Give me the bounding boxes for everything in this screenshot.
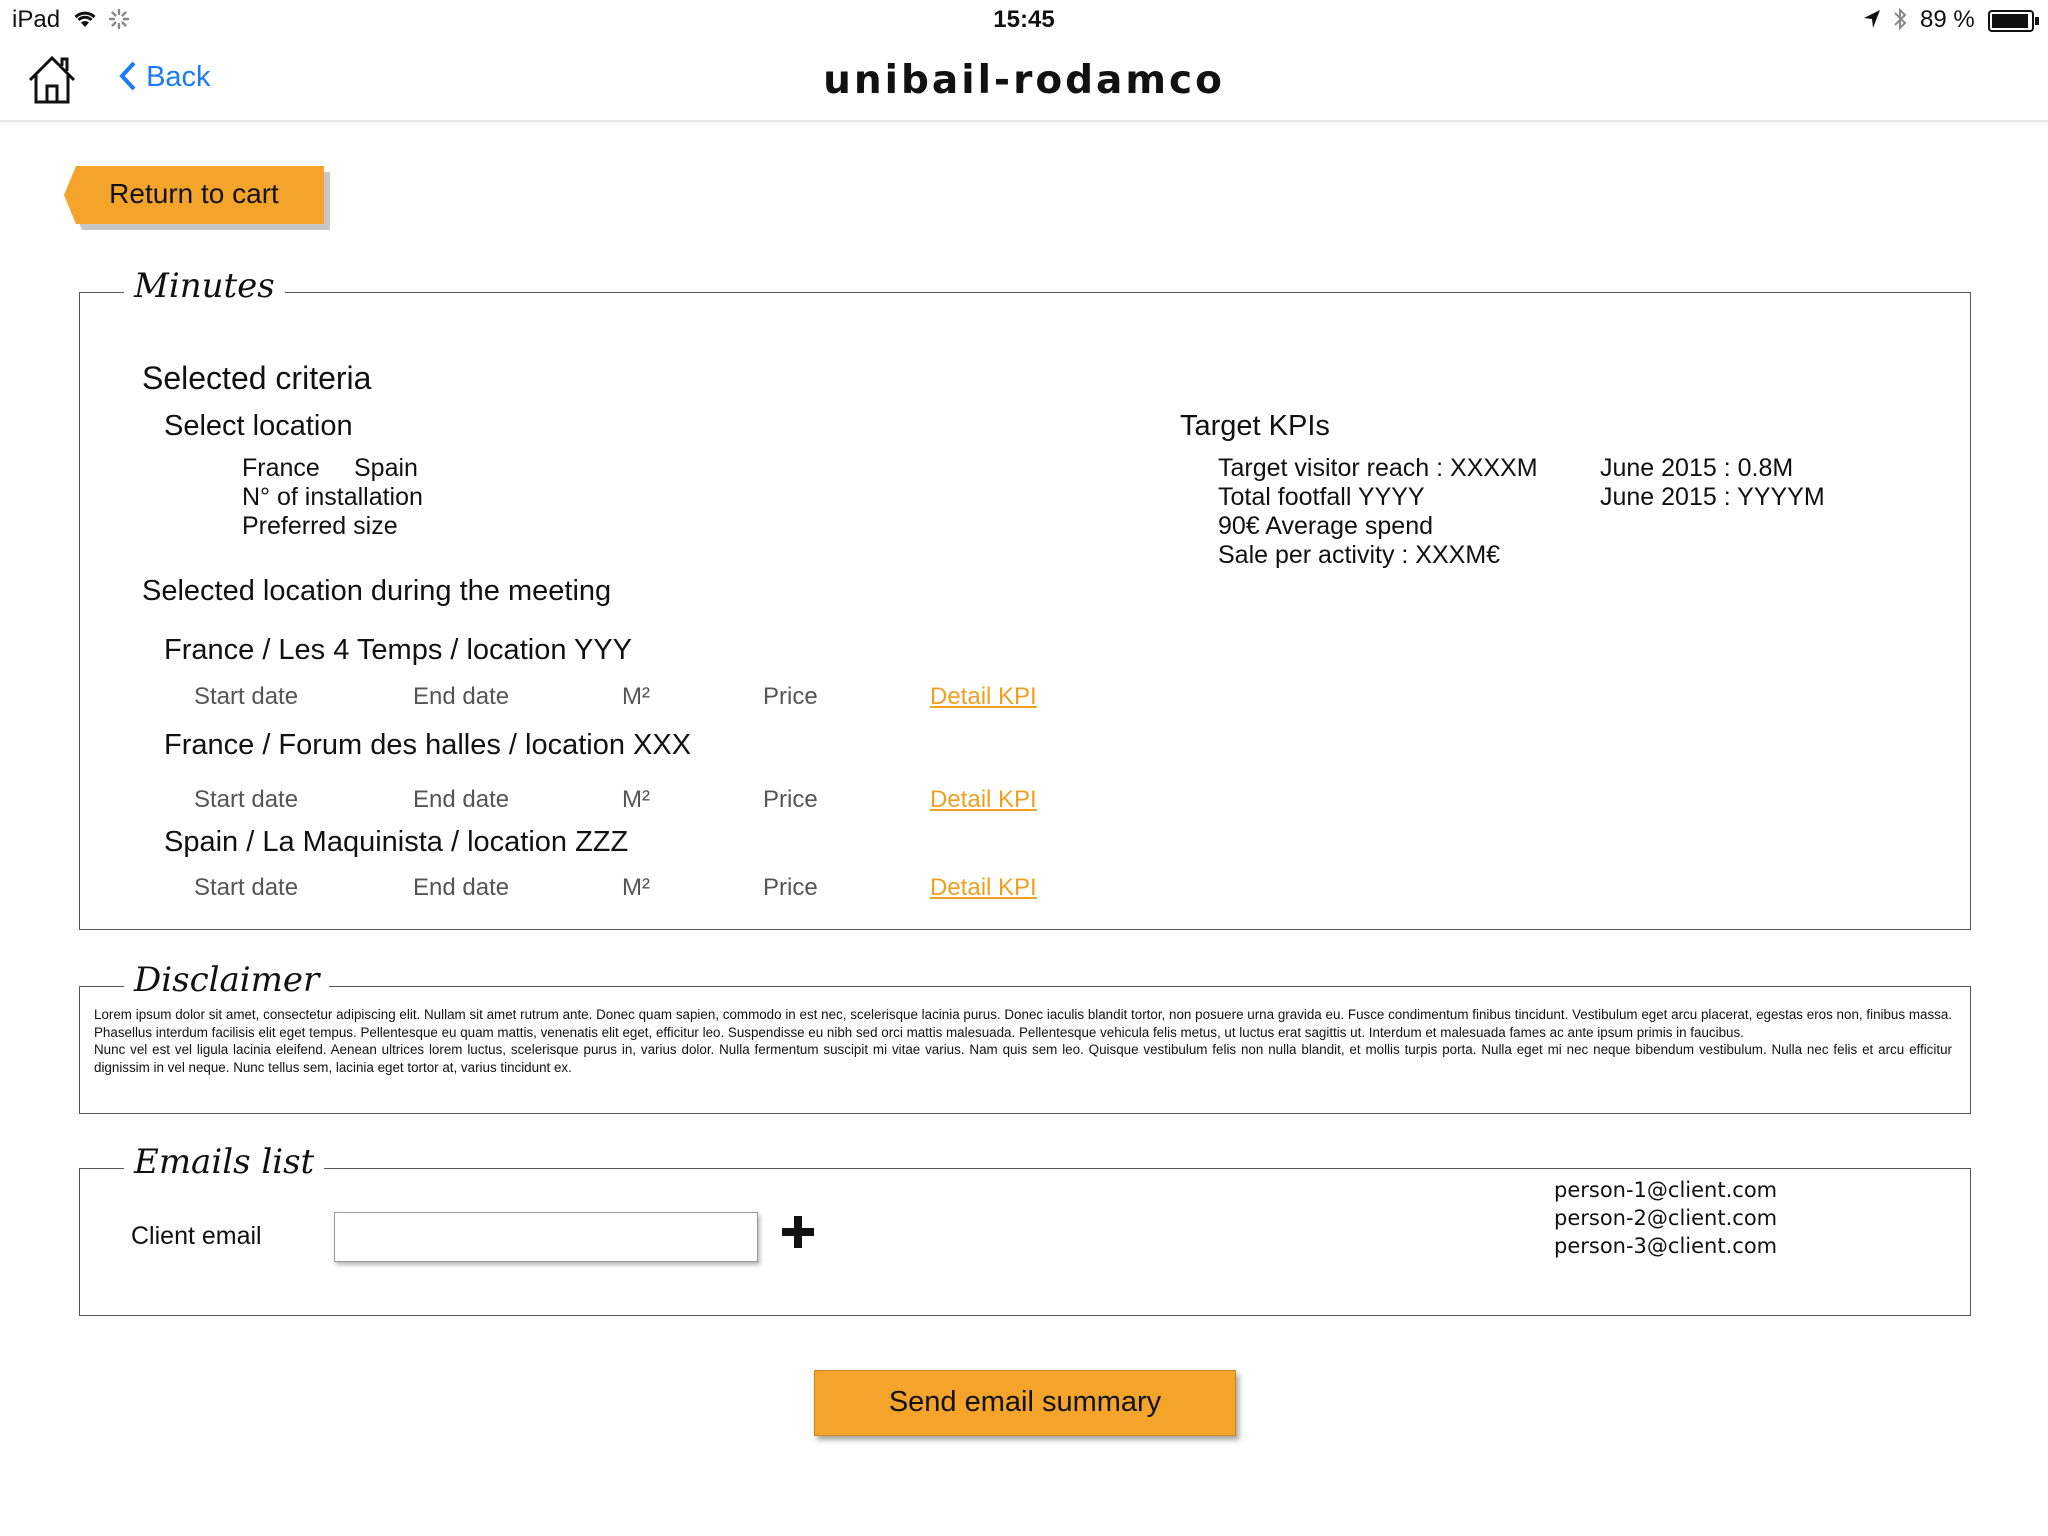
battery-percent: 89 %	[1920, 6, 1975, 33]
kpi-sale-per-activity: Sale per activity : XXXM€	[1218, 541, 1501, 569]
end-date-label: End date	[413, 683, 510, 710]
end-date-label: End date	[413, 874, 510, 901]
area-label: M²	[622, 874, 650, 901]
clock: 15:45	[993, 6, 1055, 33]
selected-location-heading: Selected location during the meeting	[142, 575, 612, 607]
preferred-size-label: Preferred size	[242, 512, 398, 540]
kpi-june-footfall: June 2015 : YYYYM	[1600, 483, 1825, 511]
disclaimer-text: Lorem ipsum dolor sit amet, consectetur …	[94, 1006, 1952, 1076]
plus-icon	[782, 1216, 814, 1248]
detail-kpi-link[interactable]: Detail KPI	[930, 683, 1037, 711]
send-email-summary-label: Send email summary	[888, 1386, 1162, 1418]
country-spain: Spain	[354, 454, 418, 482]
target-kpis-heading: Target KPIs	[1180, 410, 1330, 442]
status-bar: iPad 15:45 89 %	[0, 0, 2048, 42]
installation-label: N° of installation	[242, 483, 423, 511]
start-date-label: Start date	[194, 786, 299, 813]
battery-icon	[1988, 10, 2040, 39]
return-to-cart-button[interactable]: Return to cart	[64, 166, 324, 224]
detail-kpi-link[interactable]: Detail KPI	[930, 874, 1037, 902]
price-label: Price	[763, 683, 818, 710]
end-date-label: End date	[413, 786, 510, 813]
minutes-legend: Minutes	[124, 266, 285, 306]
location-name: France / Forum des halles / location XXX	[164, 729, 692, 761]
bluetooth-icon	[1892, 6, 1908, 39]
location-name: France / Les 4 Temps / location YYY	[164, 634, 633, 666]
location-name: Spain / La Maquinista / location ZZZ	[164, 826, 629, 858]
send-email-summary-button[interactable]: Send email summary	[814, 1370, 1236, 1436]
kpi-average-spend: 90€ Average spend	[1218, 512, 1434, 540]
start-date-label: Start date	[194, 874, 299, 901]
detail-kpi-link[interactable]: Detail KPI	[930, 786, 1037, 814]
client-email-label: Client email	[131, 1222, 262, 1250]
email-list-item: person-2@client.com	[1554, 1206, 1778, 1230]
emails-legend: Emails list	[124, 1142, 325, 1182]
kpi-june-reach: June 2015 : 0.8M	[1600, 454, 1794, 482]
country-france: France	[242, 454, 320, 482]
area-label: M²	[622, 786, 650, 813]
location-arrow-icon	[1862, 8, 1882, 37]
start-date-label: Start date	[194, 683, 299, 710]
disclaimer-legend: Disclaimer	[124, 960, 330, 1000]
area-label: M²	[622, 683, 650, 710]
selected-criteria-heading: Selected criteria	[142, 360, 372, 396]
client-email-input[interactable]	[334, 1212, 758, 1262]
email-list-item: person-1@client.com	[1554, 1178, 1778, 1202]
navigation-bar: Back unibail-rodamco	[0, 42, 2048, 122]
price-label: Price	[763, 874, 818, 901]
price-label: Price	[763, 786, 818, 813]
email-list-item: person-3@client.com	[1554, 1234, 1778, 1258]
return-to-cart-label: Return to cart	[109, 178, 279, 209]
select-location-heading: Select location	[164, 410, 353, 442]
page-title: unibail-rodamco	[823, 58, 1225, 103]
kpi-footfall: Total footfall YYYY	[1218, 483, 1425, 511]
add-email-button[interactable]	[778, 1212, 818, 1252]
kpi-visitor-reach: Target visitor reach : XXXXM	[1218, 454, 1538, 482]
disclaimer-paragraph: Lorem ipsum dolor sit amet, consectetur …	[94, 1007, 1952, 1040]
disclaimer-paragraph: Nunc vel est vel ligula lacinia eleifend…	[94, 1042, 1952, 1075]
